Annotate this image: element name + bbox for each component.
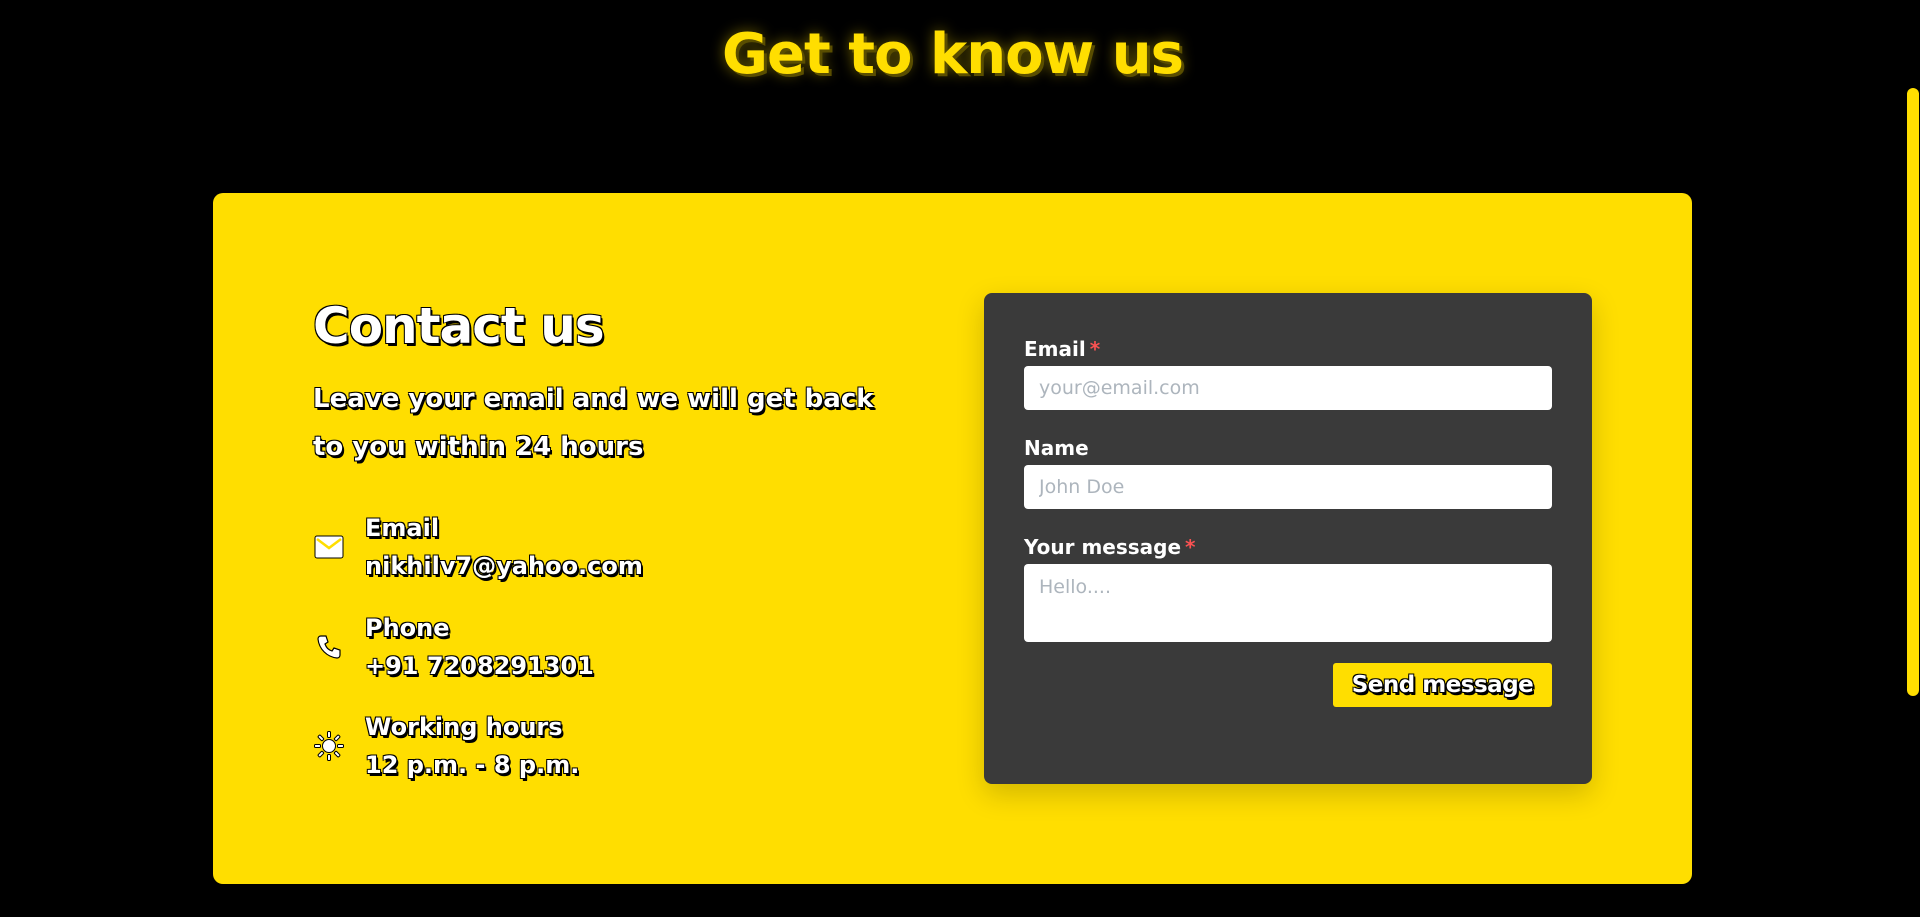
contact-description: Leave your email and we will get back to… (313, 384, 874, 462)
email-field-label: Email * (1024, 337, 1100, 361)
phone-icon (313, 631, 345, 663)
scrollbar[interactable] (1905, 0, 1920, 917)
contact-info-label: Phone (365, 614, 450, 642)
contact-info-value: +91 7208291301 (365, 652, 594, 680)
contact-info-email: Email nikhilv7@yahoo.com (313, 509, 643, 585)
mail-icon (313, 531, 345, 563)
contact-info-label: Working hours (365, 713, 563, 741)
contact-section: Contact us Leave your email and we will … (213, 193, 1692, 884)
send-message-button[interactable]: Send message (1333, 663, 1552, 707)
name-field-label: Name (1024, 436, 1089, 460)
contact-title: Contact us (313, 297, 605, 355)
contact-info-phone: Phone +91 7208291301 (313, 609, 594, 685)
name-label-text: Name (1024, 436, 1089, 460)
contact-info-hours: Working hours 12 p.m. - 8 p.m. (313, 708, 579, 784)
message-field-label: Your message * (1024, 535, 1196, 559)
page-title: Get to know us (722, 22, 1184, 87)
contact-form: Email* Name Your message* Send message (984, 293, 1592, 784)
sun-icon (313, 730, 345, 762)
contact-info-label: Email (365, 514, 440, 542)
scrollbar-thumb[interactable] (1907, 88, 1919, 696)
message-field[interactable] (1024, 564, 1552, 642)
email-label-text: Email (1024, 337, 1086, 361)
message-label-text: Your message (1024, 535, 1182, 559)
contact-info-value: 12 p.m. - 8 p.m. (365, 751, 580, 779)
page: Get to know us Contact us Leave your ema… (0, 0, 1920, 917)
required-marker: * (1185, 535, 1196, 559)
name-field[interactable] (1024, 465, 1552, 509)
required-marker: * (1089, 337, 1101, 361)
contact-info-value: nikhilv7@yahoo.com (365, 552, 643, 580)
email-field[interactable] (1024, 366, 1552, 410)
